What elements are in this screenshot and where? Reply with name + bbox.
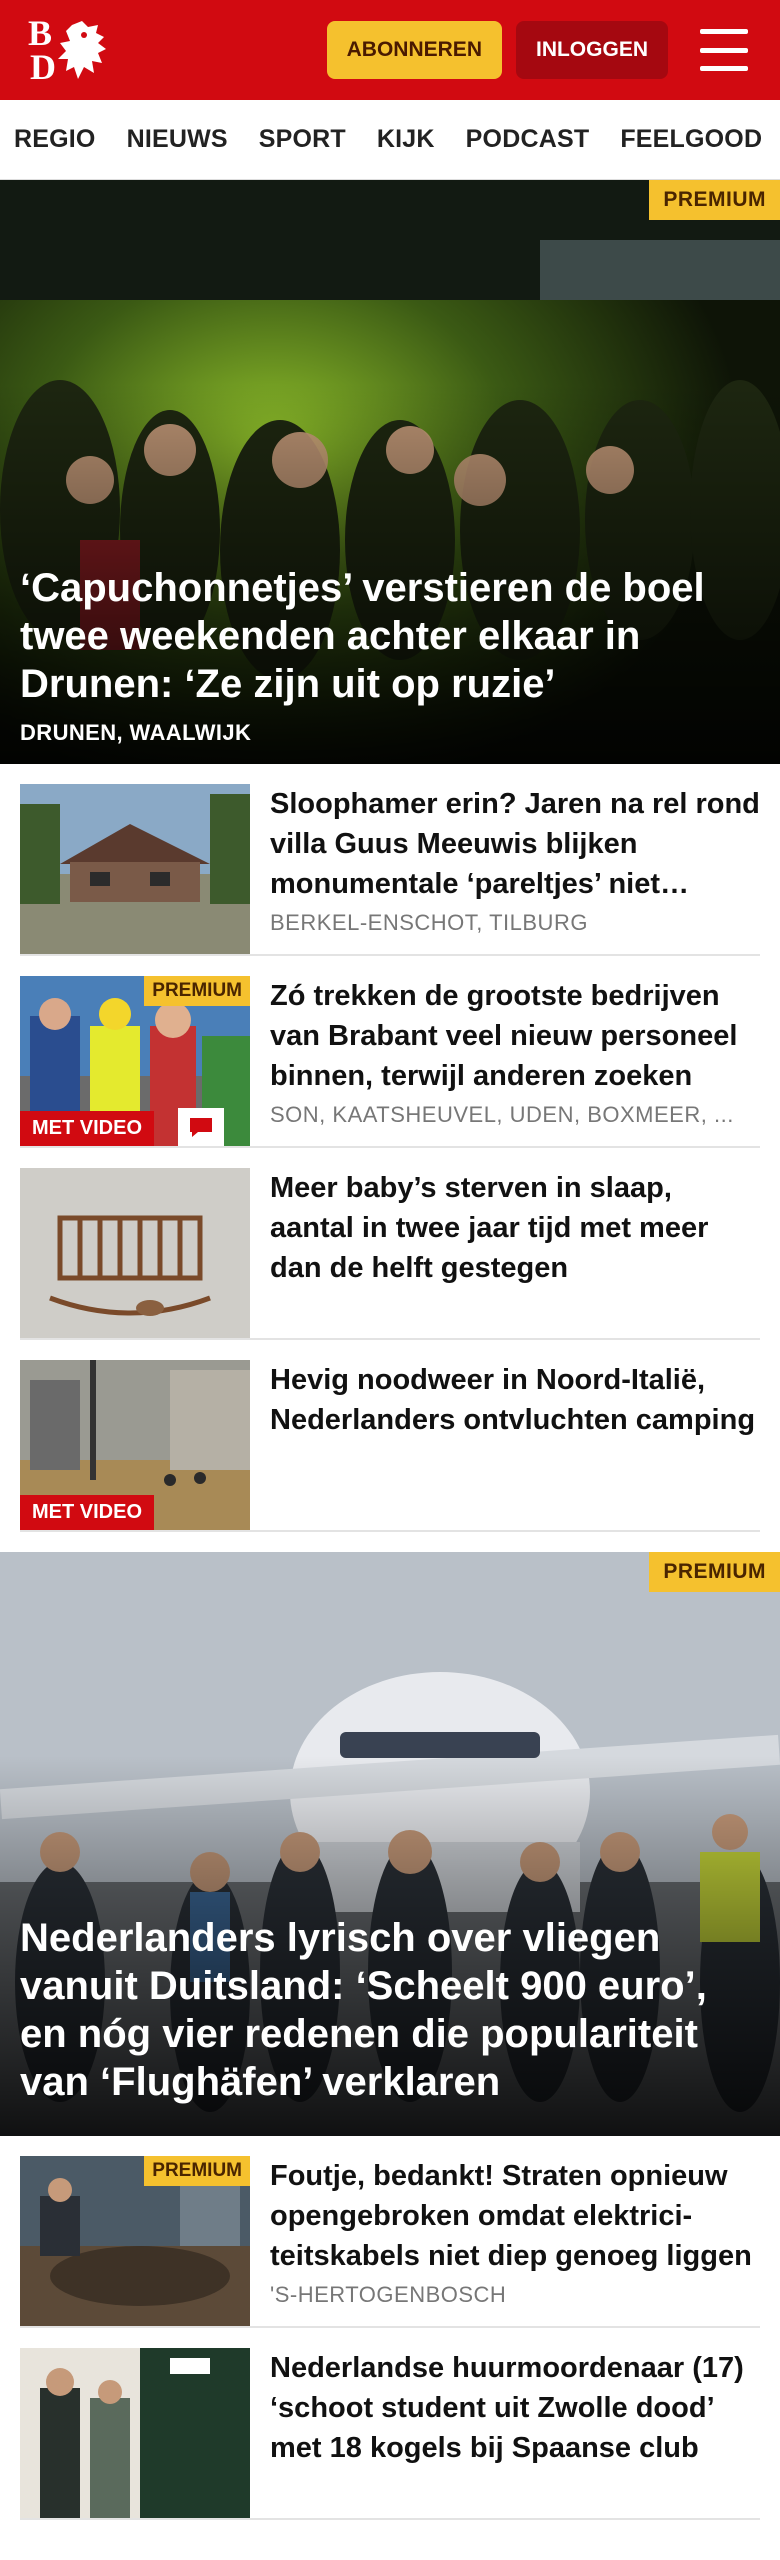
article-thumbnail — [20, 784, 250, 954]
article-list-2: PREMIUM Foutje, bedankt! Straten opnieuw… — [0, 2136, 780, 2520]
video-badge: MET VIDEO — [20, 1495, 155, 1530]
article-title[interactable]: Foutje, bedankt! Straten opnieuw opengeb… — [270, 2156, 760, 2276]
article-title[interactable]: Nederlandse huurmoordenaar (17) ‘schoot … — [270, 2348, 760, 2468]
article-thumbnail: MET VIDEO — [20, 1360, 250, 1530]
list-item[interactable]: Sloophamer erin? Jaren na rel rond villa… — [20, 764, 760, 956]
article-thumbnail — [20, 1168, 250, 1338]
menu-icon[interactable] — [696, 25, 752, 75]
nav-item-regio[interactable]: REGIO — [14, 125, 96, 154]
nav-item-sport[interactable]: SPORT — [259, 125, 346, 154]
site-header: B D ABONNEREN INLOGGEN — [0, 0, 780, 100]
list-item[interactable]: Meer baby’s sterven in slaap, aantal in … — [20, 1148, 760, 1340]
article-title[interactable]: Meer baby’s sterven in slaap, aantal in … — [270, 1168, 760, 1288]
nav-item-nieuws[interactable]: NIEUWS — [127, 125, 228, 154]
list-item[interactable]: PREMIUM Foutje, bedankt! Straten opnieuw… — [20, 2136, 760, 2328]
comment-icon — [178, 1108, 224, 1146]
list-item[interactable]: PREMIUM MET VIDEO Zó trekken de grootste… — [20, 956, 760, 1148]
video-badge: MET VIDEO — [20, 1111, 155, 1146]
hero-article[interactable]: PREMIUM ‘Capuchonnetjes’ verstieren de b… — [0, 180, 780, 764]
article-title[interactable]: Zó trekken de grootste bedrijven van Bra… — [270, 976, 760, 1096]
premium-badge: PREMIUM — [144, 2156, 250, 2186]
article-thumbnail: PREMIUM — [20, 2156, 250, 2326]
section-nav: REGIO NIEUWS SPORT KIJK PODCAST FEELGOOD — [0, 100, 780, 180]
hero-location: DRUNEN, WAALWIJK — [20, 720, 252, 745]
login-button[interactable]: INLOGGEN — [515, 21, 668, 79]
nav-item-feelgood[interactable]: FEELGOOD — [620, 125, 762, 154]
article-title[interactable]: Hevig noodweer in Noord-Italië, Nederlan… — [270, 1360, 760, 1440]
list-item[interactable]: Nederlandse huurmoordenaar (17) ‘schoot … — [20, 2328, 760, 2520]
premium-badge: PREMIUM — [144, 976, 250, 1006]
list-item[interactable]: MET VIDEO Hevig noodweer in Noord-Italië… — [20, 1340, 760, 1532]
article-location: 'S-HERTOGENBOSCH — [270, 2282, 507, 2306]
article-thumbnail: PREMIUM MET VIDEO — [20, 976, 250, 1146]
premium-badge: PREMIUM — [649, 1552, 780, 1592]
nav-item-podcast[interactable]: PODCAST — [466, 125, 590, 154]
premium-badge: PREMIUM — [649, 180, 780, 220]
nav-item-kijk[interactable]: KIJK — [377, 125, 435, 154]
bd-logo[interactable]: B D — [28, 15, 114, 85]
hero-title[interactable]: ‘Capuchonnetjes’ verstieren de boel twee… — [20, 564, 750, 708]
hero-title[interactable]: Nederlanders lyrisch over vliegen vanuit… — [20, 1914, 750, 2106]
article-thumbnail — [20, 2348, 250, 2518]
hero-article-2[interactable]: PREMIUM Nederlanders lyrisch over vliege… — [0, 1552, 780, 2136]
article-location: SON, KAATSHEUVEL, UDEN, BOXMEER, ... — [270, 1102, 734, 1126]
article-list: Sloophamer erin? Jaren na rel rond villa… — [0, 764, 780, 1532]
lion-icon — [58, 21, 106, 79]
header-actions: ABONNEREN INLOGGEN — [326, 21, 752, 79]
article-location: BERKEL-ENSCHOT, TILBURG — [270, 910, 588, 934]
logo-letter-b: B — [28, 13, 53, 53]
article-title[interactable]: Sloophamer erin? Jaren na rel rond villa… — [270, 784, 760, 904]
subscribe-button[interactable]: ABONNEREN — [326, 21, 502, 79]
